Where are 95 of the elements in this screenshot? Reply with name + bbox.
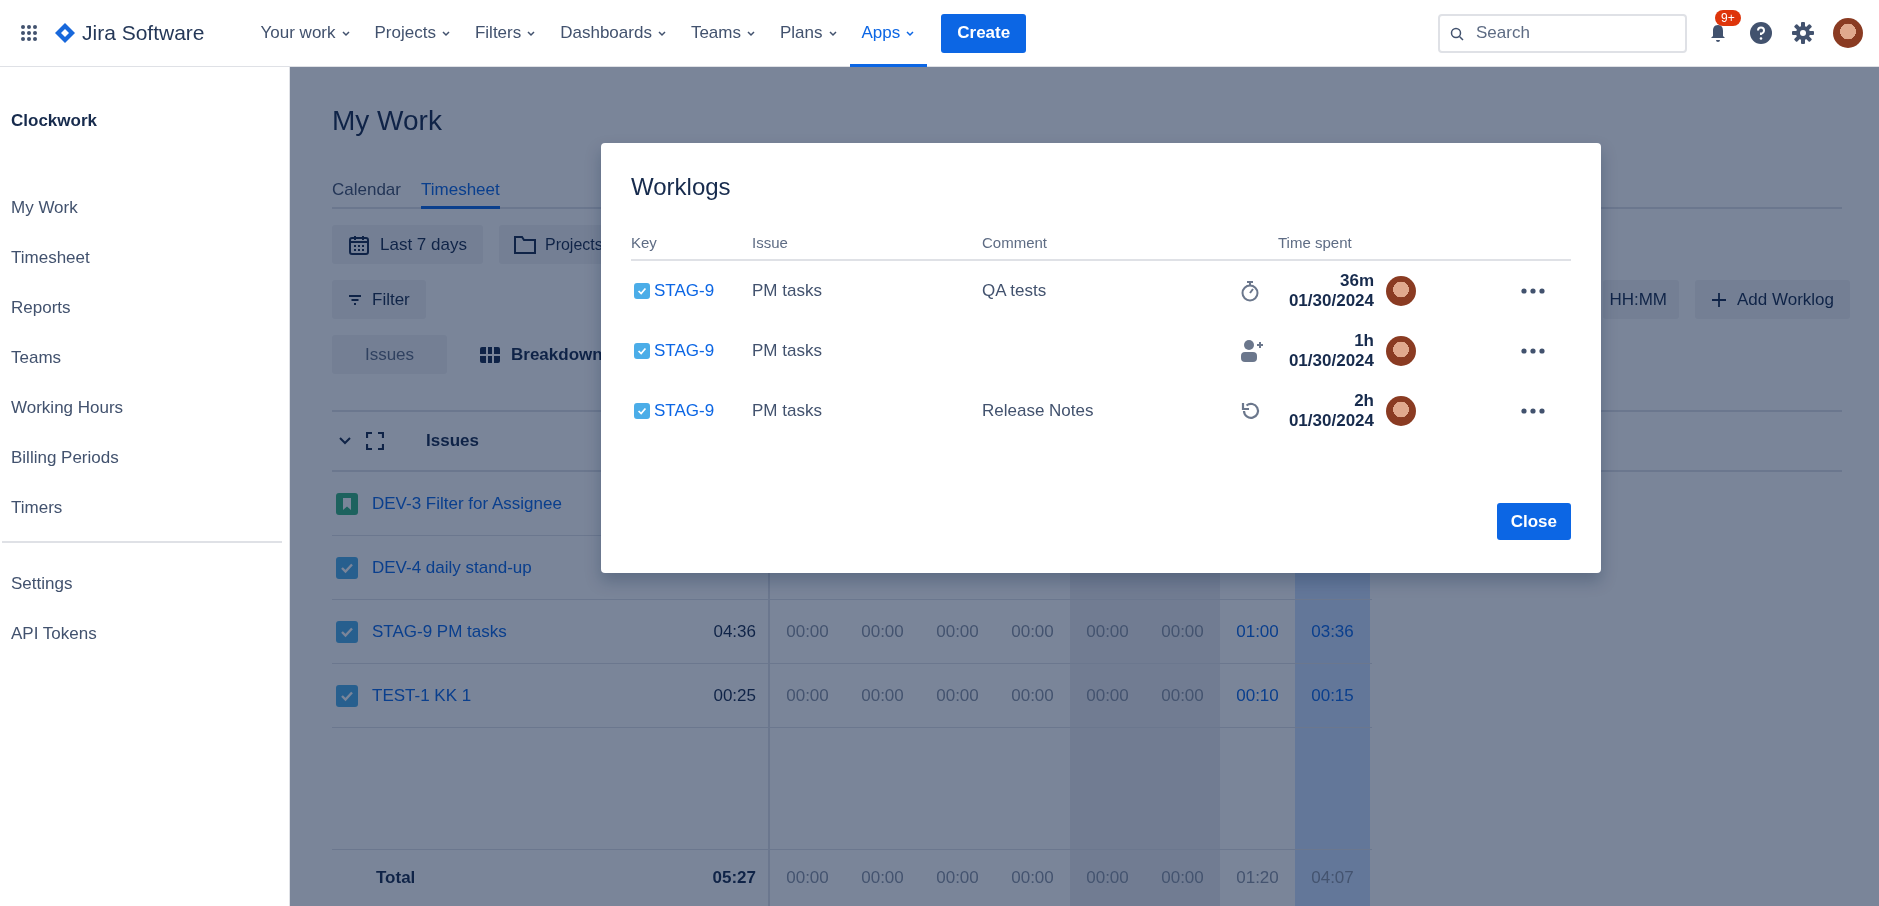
calendar-icon: [348, 233, 370, 256]
checkbox[interactable]: [634, 403, 650, 419]
stopwatch-icon: [1240, 280, 1260, 302]
worklog-comment: Release Notes: [982, 401, 1094, 420]
plus-icon: [1711, 291, 1727, 308]
close-button[interactable]: Close: [1496, 503, 1571, 540]
help-icon[interactable]: [1749, 21, 1773, 45]
create-button[interactable]: Create: [941, 13, 1027, 53]
time-cell[interactable]: 01:00: [1220, 600, 1295, 663]
time-cell[interactable]: 00:15: [1295, 664, 1370, 727]
undo-arrow-icon: [1240, 400, 1262, 422]
column-header: Comment: [982, 234, 1049, 251]
filter-icon: [348, 293, 362, 306]
time-spent: 1h: [1354, 330, 1374, 351]
chevron-down-icon: [745, 28, 756, 38]
checkbox[interactable]: [634, 343, 650, 359]
issue-key-link[interactable]: STAG-9: [654, 401, 715, 421]
issue-link[interactable]: TEST-1 KK 1: [372, 685, 700, 706]
sidebar-item[interactable]: Billing Periods: [0, 433, 289, 483]
checkbox[interactable]: [634, 283, 650, 299]
time-cell[interactable]: 00:10: [1220, 664, 1295, 727]
issue-key-link[interactable]: STAG-9: [654, 281, 715, 301]
expand-corners-icon[interactable]: [366, 432, 384, 450]
column-header: Issue: [752, 234, 789, 251]
grid-table-icon: [479, 345, 501, 364]
issue-key-link[interactable]: STAG-9: [654, 341, 715, 361]
author-avatar: [1386, 336, 1416, 366]
column-header: Issues: [426, 431, 479, 451]
total-label: Total: [375, 868, 417, 888]
sidebar-item[interactable]: My Work: [0, 183, 289, 233]
search-icon: [1450, 26, 1464, 41]
worklog-date: 01/30/2024: [1288, 411, 1374, 432]
page-title: My Work: [332, 105, 443, 137]
chevron-down-icon: [526, 28, 537, 38]
date-range-button[interactable]: Last 7 days: [332, 225, 483, 264]
notification-badge: 9+: [1715, 10, 1741, 26]
more-options-icon[interactable]: [1521, 348, 1545, 354]
more-options-icon[interactable]: [1521, 408, 1545, 414]
column-header: Time spent: [1278, 234, 1353, 251]
sidebar-item[interactable]: Teams: [0, 333, 289, 383]
worklog-comment: QA tests: [982, 281, 1047, 300]
nav-menu-item[interactable]: Filters: [462, 0, 549, 67]
chevron-down-icon: [656, 28, 667, 38]
user-avatar[interactable]: [1833, 18, 1863, 48]
time-cell[interactable]: 03:36: [1295, 600, 1370, 663]
row-total: 00:25: [713, 685, 756, 706]
grand-total: 05:27: [712, 868, 756, 888]
diamond-logo-icon[interactable]: [54, 22, 76, 44]
checkbox-task-icon: [336, 620, 358, 643]
time-spent: 36m: [1339, 270, 1374, 291]
sidebar-item[interactable]: Working Hours: [0, 383, 289, 433]
column-header: Key: [631, 234, 658, 251]
app-grid-icon[interactable]: [20, 24, 38, 42]
sidebar-item[interactable]: Settings: [0, 559, 289, 609]
worklog-date: 01/30/2024: [1288, 291, 1374, 312]
nav-menu-item[interactable]: Your work: [248, 0, 363, 67]
sidebar-item[interactable]: Timers: [0, 483, 289, 533]
projects-button[interactable]: Projects: [498, 225, 603, 264]
filter-button[interactable]: Filter: [332, 280, 426, 319]
issue-summary: PM tasks: [752, 401, 823, 421]
dialog-title: Worklogs: [631, 173, 732, 201]
sidebar-item[interactable]: API Tokens: [0, 609, 289, 659]
sidebar-item[interactable]: Timesheet: [0, 233, 289, 283]
nav-menu-item[interactable]: Dashboards: [548, 0, 679, 67]
view-toggle[interactable]: Issues: [332, 335, 447, 374]
checkbox-task-icon: [336, 556, 358, 579]
nav-menu-item[interactable]: Apps: [849, 0, 928, 67]
chevron-down-icon: [905, 28, 916, 38]
author-avatar: [1386, 276, 1416, 306]
nav-menu-item[interactable]: Projects: [362, 0, 463, 67]
worklog-date: 01/30/2024: [1288, 351, 1374, 372]
add-worklog-button[interactable]: Add Worklog: [1695, 280, 1850, 319]
checkbox-task-icon: [336, 684, 358, 707]
row-total: 04:36: [713, 621, 756, 642]
chevron-down-icon: [340, 28, 351, 38]
sidebar-title: Clockwork: [10, 111, 98, 131]
more-options-icon[interactable]: [1521, 288, 1545, 294]
nav-menu-item[interactable]: Plans: [767, 0, 850, 67]
issue-summary: PM tasks: [752, 281, 823, 301]
author-avatar: [1386, 396, 1416, 426]
sidebar-item[interactable]: Reports: [0, 283, 289, 333]
time-spent: 2h: [1354, 390, 1374, 411]
chevron-down-icon: [827, 28, 838, 38]
tab[interactable]: Timesheet: [421, 174, 500, 209]
folder-icon: [512, 234, 537, 255]
search-field[interactable]: Search: [1438, 13, 1687, 53]
issue-link[interactable]: STAG-9 PM tasks: [372, 621, 700, 642]
product-name[interactable]: Jira Software: [82, 21, 205, 45]
bookmark-icon: [336, 492, 358, 515]
chevron-down-icon: [440, 28, 451, 38]
user-add-icon: [1240, 339, 1264, 363]
nav-menu-item[interactable]: Teams: [678, 0, 768, 67]
tab[interactable]: Calendar: [332, 174, 401, 209]
issue-summary: PM tasks: [752, 341, 823, 361]
time-format-button[interactable]: HH:MM: [1603, 280, 1679, 319]
